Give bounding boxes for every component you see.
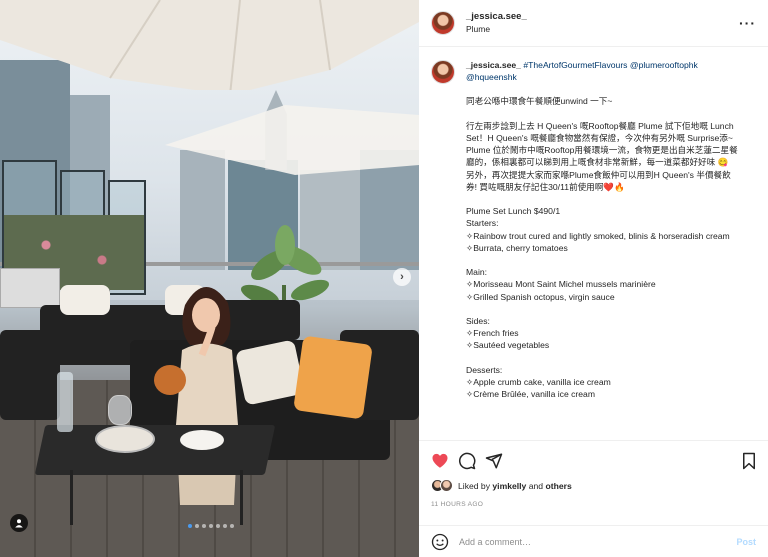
liked-by-user[interactable]: yimkelly (492, 481, 526, 491)
liked-by-others[interactable]: others (545, 481, 571, 491)
comment-input[interactable]: Add a comment… (459, 537, 736, 547)
cushion-orange (293, 335, 373, 420)
cushion (60, 285, 110, 315)
umbrella-canopy (0, 0, 419, 90)
mention-link[interactable]: @plumerooftophk (630, 60, 698, 70)
post-header: _jessica.see_ Plume ··· (419, 0, 768, 47)
liked-by-and: and (528, 481, 544, 491)
user-icon (15, 519, 23, 528)
post-timestamp[interactable]: 11 HOURS AGO (431, 501, 483, 508)
bookmark-icon[interactable] (740, 452, 758, 470)
liker-avatars (431, 479, 453, 493)
carousel-dot (223, 524, 227, 528)
header-location[interactable]: Plume (466, 23, 527, 36)
more-options-icon[interactable]: ··· (739, 15, 756, 31)
caption-avatar[interactable] (431, 60, 455, 84)
carousel-dot (230, 524, 234, 528)
umbrella-canopy-secondary (165, 105, 419, 175)
header-username[interactable]: _jessica.see_ (466, 10, 527, 23)
carousel-dot (195, 524, 199, 528)
caption-text: 同老公喺中環食午餐順便unwind 一下~ 行左兩步諗到上去 H Queen's… (466, 96, 738, 400)
caption-scroll-area[interactable]: _jessica.see_ #TheArtofGourmetFlavours @… (419, 47, 768, 440)
emoji-icon[interactable] (431, 533, 449, 551)
hashtag-link[interactable]: #TheArtofGourmetFlavours (523, 60, 627, 70)
wine-glass (108, 395, 132, 425)
table-leg (70, 470, 73, 525)
liked-by-prefix: Liked by (458, 481, 491, 491)
tagged-users-button[interactable] (10, 514, 28, 532)
carousel-dot (209, 524, 213, 528)
action-bar (419, 440, 768, 477)
share-icon[interactable] (485, 452, 503, 470)
avatar[interactable] (440, 479, 453, 492)
mussels-bowl (95, 425, 155, 453)
avatar[interactable] (431, 11, 455, 35)
post-photo[interactable]: › (0, 0, 419, 557)
water-bottle (57, 372, 73, 432)
air-conditioner (0, 268, 60, 308)
table-leg (240, 470, 243, 525)
comment-icon[interactable] (458, 452, 476, 470)
next-slide-button[interactable]: › (393, 268, 411, 286)
plate (180, 430, 224, 450)
post-comment-button[interactable]: Post (736, 537, 756, 547)
chevron-right-icon: › (400, 271, 404, 283)
heart-icon[interactable] (431, 452, 449, 470)
post-side-panel: _jessica.see_ Plume ··· _jessica.see_ #T… (419, 0, 768, 557)
likes-summary: Liked by yimkelly and others (431, 479, 572, 493)
carousel-dot (188, 524, 192, 528)
carousel-indicator (188, 524, 234, 528)
carousel-dot (216, 524, 220, 528)
carousel-dot (202, 524, 206, 528)
caption-username[interactable]: _jessica.see_ (466, 60, 521, 70)
comment-bar: Add a comment… Post (419, 525, 768, 557)
chair-left (0, 330, 60, 420)
dining-table (34, 425, 276, 475)
caption: _jessica.see_ #TheArtofGourmetFlavours @… (466, 59, 738, 400)
mention-link[interactable]: @hqueenshk (466, 72, 517, 82)
